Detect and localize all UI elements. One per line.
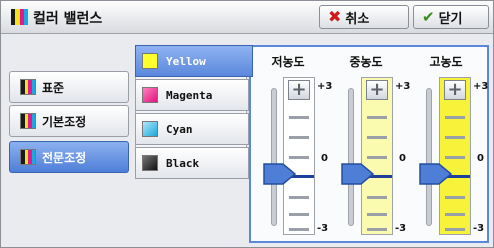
mid-tick (367, 136, 387, 139)
title-bar: 컬러 밸런스 ✖ 취소 ✔ 닫기 (1, 1, 493, 34)
low-density-plus-button[interactable]: + (288, 80, 310, 100)
mid-tick (367, 156, 387, 159)
low-tick (289, 156, 309, 159)
mode-standard-label: 표준 (42, 80, 65, 95)
color-balance-window: 컬러 밸런스 ✖ 취소 ✔ 닫기 표준 기본조정 전문조정 Yellow Mag… (0, 0, 494, 248)
low-density-slider-track[interactable] (271, 88, 277, 226)
color-tab-cyan-label: Cyan (166, 122, 193, 136)
mid-max-label: +3 (395, 81, 411, 92)
high-tick (445, 213, 465, 216)
high-tick (445, 156, 465, 159)
high-density-label: 고농도 (429, 55, 463, 69)
checkmark-icon: ✔ (422, 8, 435, 26)
cancel-x-icon: ✖ (328, 7, 342, 26)
high-max-label: +3 (473, 81, 489, 92)
color-balance-icon (11, 9, 28, 25)
low-max-label: +3 (317, 81, 333, 92)
mid-tick (367, 228, 387, 231)
mode-standard-button[interactable]: 표준 (9, 71, 129, 103)
high-min-label: -3 (473, 223, 485, 234)
high-mid-label: 0 (477, 153, 484, 164)
mid-tick (367, 213, 387, 216)
high-tick (445, 136, 465, 139)
high-tick (445, 196, 465, 199)
high-tick (445, 228, 465, 231)
cyan-swatch-icon (142, 121, 158, 137)
mid-density-slider-track[interactable] (348, 88, 354, 226)
mid-density-plus-button[interactable]: + (366, 80, 388, 100)
color-tab-black-label: Black (166, 156, 200, 170)
mid-min-label: -3 (395, 223, 407, 234)
mode-expert-icon (20, 149, 36, 165)
mode-basic-label: 기본조정 (42, 114, 87, 129)
high-density-slider-track[interactable] (426, 88, 432, 226)
mid-density-label: 중농도 (349, 55, 383, 69)
close-label: 닫기 (438, 11, 463, 27)
mode-basic-icon (20, 113, 36, 129)
mode-basic-button[interactable]: 기본조정 (9, 105, 129, 137)
color-tab-yellow-label: Yellow (166, 54, 206, 68)
black-swatch-icon (142, 155, 158, 171)
low-tick (289, 196, 309, 199)
low-mid-label: 0 (321, 153, 328, 164)
color-tab-magenta[interactable]: Magenta (135, 79, 249, 111)
color-tab-yellow[interactable]: Yellow (135, 45, 253, 77)
color-tab-black[interactable]: Black (135, 147, 249, 179)
low-density-label: 저농도 (271, 55, 305, 69)
density-adjust-panel: 저농도 + +3 0 -3 중농도 + +3 0 -3 고농도 + +3 0 -… (249, 45, 489, 243)
color-tab-magenta-label: Magenta (166, 88, 213, 102)
close-button[interactable]: ✔ 닫기 (413, 5, 489, 29)
low-tick (289, 213, 309, 216)
high-density-plus-button[interactable]: + (444, 80, 466, 100)
low-tick (289, 228, 309, 231)
low-tick (289, 136, 309, 139)
mid-density-scale[interactable]: + (361, 77, 393, 235)
high-density-slider-thumb[interactable] (417, 161, 453, 187)
yellow-swatch-icon (142, 53, 158, 69)
cancel-button[interactable]: ✖ 취소 (319, 5, 409, 29)
high-density-scale[interactable]: + (439, 77, 471, 235)
low-density-slider-thumb[interactable] (261, 161, 297, 187)
mid-mid-label: 0 (399, 153, 406, 164)
mid-density-slider-thumb[interactable] (339, 161, 375, 187)
magenta-swatch-icon (142, 87, 158, 103)
color-tab-cyan[interactable]: Cyan (135, 113, 249, 145)
low-density-scale[interactable]: + (283, 77, 315, 235)
mode-expert-label: 전문조정 (42, 150, 87, 165)
mid-tick (367, 116, 387, 119)
cancel-label: 취소 (345, 11, 370, 27)
mid-tick (367, 196, 387, 199)
window-title: 컬러 밸런스 (33, 11, 103, 27)
low-tick (289, 116, 309, 119)
high-tick (445, 116, 465, 119)
mode-standard-icon (20, 79, 36, 95)
low-min-label: -3 (317, 223, 329, 234)
mode-expert-button[interactable]: 전문조정 (9, 141, 129, 173)
